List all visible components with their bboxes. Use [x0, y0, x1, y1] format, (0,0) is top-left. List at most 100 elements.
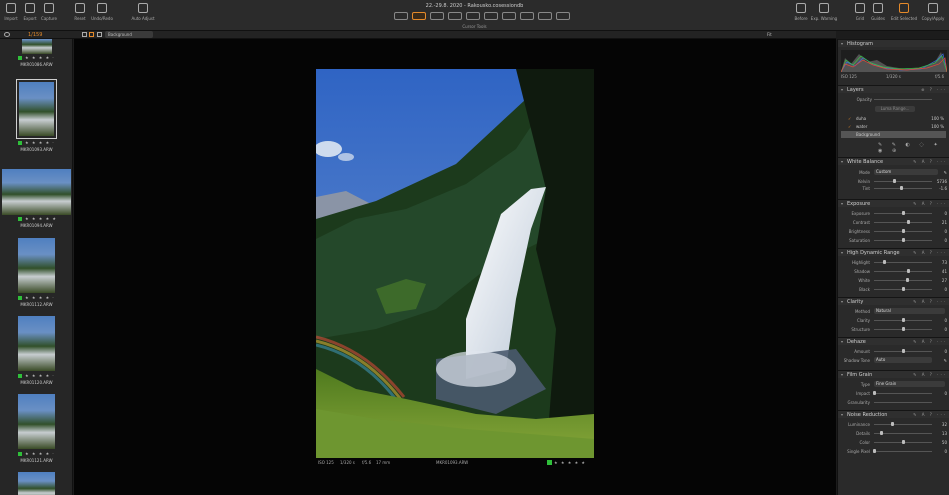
luma-range-button[interactable]: Luma Range... — [875, 106, 915, 112]
checkbox-icon[interactable]: ✓ — [848, 124, 851, 129]
picker-icon[interactable]: ✎ — [944, 170, 947, 175]
image-viewer[interactable]: ISO 125 1/320 s f/5.6 17 mm MKR01093.ARW… — [74, 39, 836, 495]
slider-knob[interactable] — [872, 449, 876, 453]
mask-view-icon[interactable] — [97, 32, 102, 37]
thumbnail-item[interactable] — [0, 472, 72, 495]
slider-knob[interactable] — [901, 287, 905, 291]
slider-knob[interactable] — [901, 327, 905, 331]
select-cursor-tool[interactable] — [394, 12, 408, 20]
rating-stars[interactable]: ★ ★ ★ ★ · — [25, 55, 55, 60]
slider-knob[interactable] — [892, 179, 896, 183]
section-header[interactable]: ▾ High Dynamic Range ✎ A ? ··· — [838, 248, 949, 256]
undo-redo-button[interactable]: Undo/Redo — [91, 3, 113, 21]
auto-adjust-button[interactable]: Auto Adjust — [131, 3, 155, 21]
thumbnail-item[interactable]: ★ ★ ★ ★ · MKR01120.ARW — [0, 316, 72, 390]
section-actions-icon[interactable]: ✎ A ? ··· — [913, 159, 947, 164]
rating-stars[interactable]: ★ ★ ★ ★ · — [25, 140, 55, 145]
slider-value[interactable]: 0 — [944, 229, 947, 234]
slider-value[interactable]: 5736 — [937, 179, 947, 184]
grain-type-select[interactable]: Fine Grain — [874, 381, 945, 387]
reset-button[interactable]: Reset — [69, 3, 91, 21]
slider-value[interactable]: 0 — [944, 327, 947, 332]
section-actions-icon[interactable]: ⊕ ? ··· — [921, 87, 947, 92]
layer-tools-icon[interactable]: ✎ ✎ ◐ ◌ ✦ ◉ ⊕ — [878, 142, 949, 154]
section-actions-icon[interactable]: ✎ A ? ··· — [913, 339, 947, 344]
thumbnail-item[interactable]: ★ ★ ★ ★ · MKR01093.ARW — [0, 79, 72, 153]
rotate-cursor-tool[interactable] — [448, 12, 462, 20]
capture-button[interactable]: Capture — [38, 3, 60, 21]
slider-knob[interactable] — [882, 260, 886, 264]
slider-value[interactable]: 0 — [944, 211, 947, 216]
annotate-cursor-tool[interactable] — [556, 12, 570, 20]
slider-knob[interactable] — [880, 431, 884, 435]
thumbnail-item[interactable]: ★ ★ ★ ★ ★ MKR01094.ARW — [0, 169, 72, 229]
slider-knob[interactable] — [906, 278, 910, 282]
slider-track[interactable] — [874, 393, 932, 394]
section-actions-icon[interactable]: ✎ A ? ··· — [913, 250, 947, 255]
single-view-icon[interactable] — [82, 32, 87, 37]
slider-track[interactable] — [874, 402, 932, 403]
zoom-fit[interactable]: Fit — [767, 32, 772, 37]
spot-cursor-tool[interactable] — [484, 12, 498, 20]
slider-knob[interactable] — [907, 220, 911, 224]
slider-value[interactable]: 0 — [944, 287, 947, 292]
slider-track[interactable] — [874, 424, 932, 425]
slider-knob[interactable] — [901, 211, 905, 215]
section-header[interactable]: ▾ Layers ⊕ ? ··· — [838, 85, 949, 93]
section-actions-icon[interactable]: ✎ A ? ··· — [913, 412, 947, 417]
slider-knob[interactable] — [901, 238, 905, 242]
exposure-warning-button[interactable]: Exp. Warning — [811, 3, 837, 21]
slider-knob[interactable] — [901, 349, 905, 353]
brush-cursor-tool[interactable] — [502, 12, 516, 20]
slider-value[interactable]: 41 — [942, 269, 947, 274]
main-photo[interactable] — [316, 69, 594, 458]
slider-value[interactable]: 0 — [944, 318, 947, 323]
copy-apply-button[interactable]: Copy/Apply — [922, 3, 944, 21]
slider-value[interactable]: 32 — [942, 422, 947, 427]
slider-value[interactable]: -1.6 — [939, 186, 947, 191]
guides-button[interactable]: Guides — [867, 3, 889, 21]
rating-stars[interactable]: ★ ★ ★ ★ · — [25, 373, 55, 378]
picker-icon[interactable]: ✎ — [944, 358, 947, 363]
slider-knob[interactable] — [872, 391, 876, 395]
layer-item[interactable]: ✓ water 100 % — [841, 123, 946, 130]
section-actions-icon[interactable]: ✎ A ? ··· — [913, 299, 947, 304]
slider-value[interactable]: 0 — [944, 349, 947, 354]
picker-cursor-tool[interactable] — [538, 12, 552, 20]
slider-knob[interactable] — [907, 269, 911, 273]
section-header[interactable]: ▾ Film Grain ✎ A ? ··· — [838, 370, 949, 378]
opacity-slider[interactable] — [874, 99, 932, 100]
section-header[interactable]: ▾ Dehaze ✎ A ? ··· — [838, 337, 949, 345]
slider-track[interactable] — [874, 181, 932, 182]
slider-knob[interactable] — [900, 186, 904, 190]
color-tag[interactable] — [547, 460, 552, 465]
section-header[interactable]: ▾ White Balance ✎ A ? ··· — [838, 157, 949, 165]
slider-track[interactable] — [874, 271, 932, 272]
slider-value[interactable]: 0 — [944, 391, 947, 396]
section-actions-icon[interactable]: ✎ A ? ··· — [913, 372, 947, 377]
layer-select[interactable]: Background — [105, 31, 153, 38]
slider-value[interactable]: 0 — [944, 238, 947, 243]
slider-value[interactable]: 27 — [942, 278, 947, 283]
section-actions-icon[interactable]: ✎ A ? ··· — [913, 201, 947, 206]
layer-item[interactable]: ✓ duha 100 % — [841, 115, 946, 122]
rating-stars[interactable]: ★ ★ ★ ★ · — [25, 295, 55, 300]
slider-knob[interactable] — [891, 422, 895, 426]
clarity-method-select[interactable]: Natural — [874, 308, 945, 314]
section-header[interactable]: ▾ Exposure ✎ A ? ··· — [838, 199, 949, 207]
thumbnail-item[interactable]: ★ ★ ★ ★ · MKR01121.ARW — [0, 394, 72, 468]
slider-track[interactable] — [874, 280, 932, 281]
section-header[interactable]: ▾ Clarity ✎ A ? ··· — [838, 297, 949, 305]
rating-stars[interactable]: ★ ★ ★ ★ · — [25, 451, 55, 456]
slider-value[interactable]: 13 — [942, 431, 947, 436]
crop-cursor-tool[interactable] — [430, 12, 444, 20]
thumbnail-item[interactable]: ★ ★ ★ ★ · MKR01112.ARW — [0, 238, 72, 312]
rating-stars[interactable]: ★ ★ ★ ★ ★ — [554, 460, 586, 465]
layer-item[interactable]: Background — [841, 131, 946, 138]
rating-stars[interactable]: ★ ★ ★ ★ ★ — [25, 216, 57, 221]
slider-knob[interactable] — [901, 440, 905, 444]
edit-selected-button[interactable]: Edit Selected — [891, 3, 917, 21]
eye-icon[interactable] — [4, 32, 10, 37]
before-button[interactable]: Before — [790, 3, 812, 21]
slider-value[interactable]: 0 — [944, 449, 947, 454]
